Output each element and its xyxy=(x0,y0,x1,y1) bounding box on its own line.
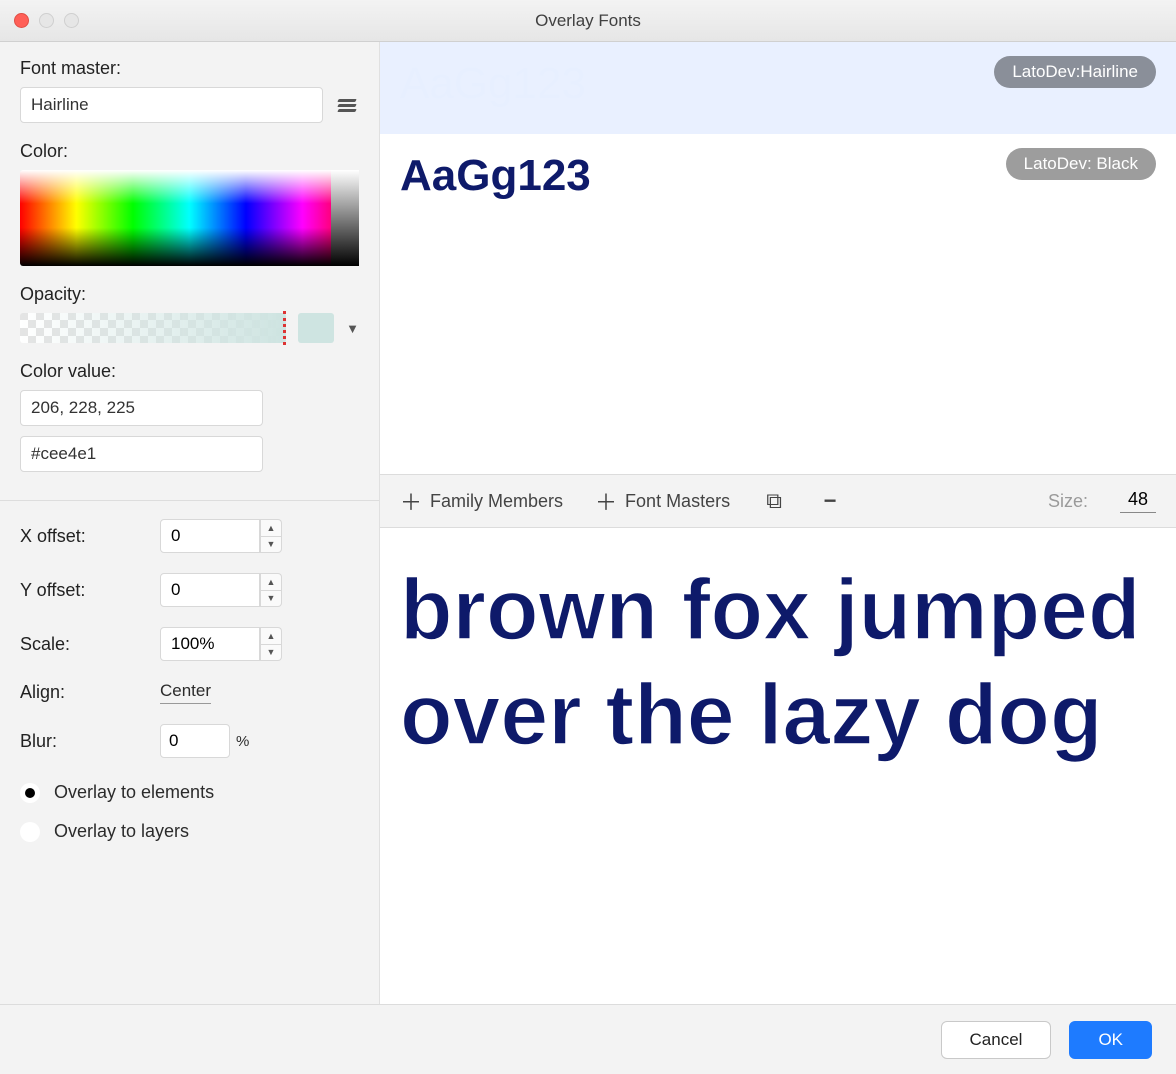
blur-input[interactable] xyxy=(160,724,230,758)
color-swatch[interactable] xyxy=(298,313,334,343)
hex-input[interactable] xyxy=(20,436,263,472)
y-offset-label: Y offset: xyxy=(20,580,160,601)
chevron-down-icon[interactable]: ▼ xyxy=(346,321,359,336)
minimize-window-button[interactable] xyxy=(39,13,54,28)
scale-label: Scale: xyxy=(20,634,160,655)
scale-up[interactable]: ▲ xyxy=(260,627,282,644)
y-offset-stepper[interactable]: ▲▼ xyxy=(160,573,359,607)
cancel-button[interactable]: Cancel xyxy=(941,1021,1052,1059)
plus-icon: ＋ xyxy=(595,485,617,517)
zoom-window-button[interactable] xyxy=(64,13,79,28)
x-offset-label: X offset: xyxy=(20,526,160,547)
preview-row[interactable]: AaGg123 LatoDev:Hairline xyxy=(380,42,1176,134)
x-offset-down[interactable]: ▼ xyxy=(260,536,282,554)
radio-dot-icon xyxy=(20,822,40,842)
rgb-input[interactable] xyxy=(20,390,263,426)
scale-stepper[interactable]: ▲▼ xyxy=(160,627,359,661)
add-font-masters-button[interactable]: ＋Font Masters xyxy=(595,485,730,517)
radio-overlay-elements[interactable]: Overlay to elements xyxy=(20,782,359,803)
font-master-label: Font master: xyxy=(20,58,359,79)
radio-elements-label: Overlay to elements xyxy=(54,782,214,803)
blur-unit: % xyxy=(236,733,249,750)
sidebar: Font master: Color: Opacity: ▼ Color val… xyxy=(0,42,380,1004)
preview-toolbar: ＋Family Members ＋Font Masters ⧉ − Size: xyxy=(380,474,1176,528)
y-offset-up[interactable]: ▲ xyxy=(260,573,282,590)
color-label: Color: xyxy=(20,141,359,162)
close-window-button[interactable] xyxy=(14,13,29,28)
size-input[interactable] xyxy=(1120,489,1156,513)
font-master-input[interactable] xyxy=(20,87,323,123)
plus-icon: ＋ xyxy=(400,485,422,517)
radio-layers-label: Overlay to layers xyxy=(54,821,189,842)
size-label: Size: xyxy=(1048,491,1088,512)
align-select[interactable]: Center xyxy=(160,681,211,704)
window-title: Overlay Fonts xyxy=(535,11,641,31)
canvas: brown fox jumped over the lazy dog xyxy=(380,528,1176,1004)
blur-label: Blur: xyxy=(20,731,160,752)
font-badge: LatoDev:Hairline xyxy=(994,56,1156,88)
x-offset-up[interactable]: ▲ xyxy=(260,519,282,536)
preview-row[interactable]: AaGg123 LatoDev: Black xyxy=(380,134,1176,474)
ok-button[interactable]: OK xyxy=(1069,1021,1152,1059)
x-offset-input[interactable] xyxy=(160,519,260,553)
radio-overlay-layers[interactable]: Overlay to layers xyxy=(20,821,359,842)
color-value-label: Color value: xyxy=(20,361,359,382)
titlebar: Overlay Fonts xyxy=(0,0,1176,42)
align-label: Align: xyxy=(20,682,160,703)
scale-input[interactable] xyxy=(160,627,260,661)
preview-list: AaGg123 LatoDev:Hairline AaGg123 LatoDev… xyxy=(380,42,1176,474)
add-family-members-button[interactable]: ＋Family Members xyxy=(400,485,563,517)
footer: Cancel OK xyxy=(0,1004,1176,1074)
radio-dot-icon xyxy=(20,783,40,803)
font-badge: LatoDev: Black xyxy=(1006,148,1156,180)
opacity-label: Opacity: xyxy=(20,284,359,305)
scale-down[interactable]: ▼ xyxy=(260,644,282,662)
y-offset-input[interactable] xyxy=(160,573,260,607)
color-picker[interactable] xyxy=(20,170,359,266)
opacity-slider[interactable] xyxy=(20,313,286,343)
minus-icon[interactable]: − xyxy=(818,488,842,514)
duplicate-icon[interactable]: ⧉ xyxy=(762,488,786,514)
canvas-text: brown fox jumped over the lazy dog xyxy=(400,558,1156,768)
x-offset-stepper[interactable]: ▲▼ xyxy=(160,519,359,553)
y-offset-down[interactable]: ▼ xyxy=(260,590,282,608)
layers-icon[interactable] xyxy=(335,93,359,117)
